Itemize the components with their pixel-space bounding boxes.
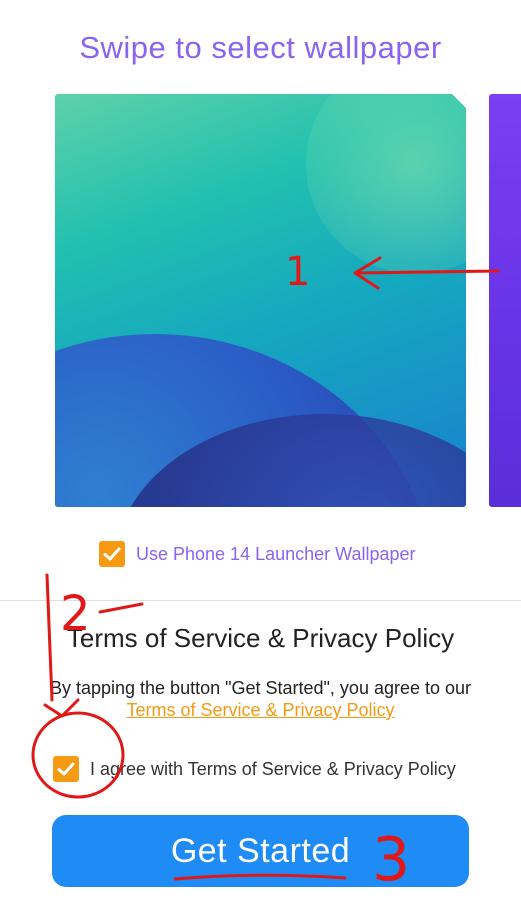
use-wallpaper-option[interactable]: Use Phone 14 Launcher Wallpaper [99, 540, 416, 568]
annotation-mark-2-stroke [98, 602, 144, 614]
checkmark-icon [103, 547, 121, 561]
agree-terms-option[interactable]: I agree with Terms of Service & Privacy … [53, 755, 456, 783]
get-started-button[interactable]: Get Started [52, 815, 469, 887]
divider [0, 600, 521, 601]
wallpaper-preview-next[interactable] [489, 94, 521, 507]
agree-terms-label: I agree with Terms of Service & Privacy … [90, 758, 456, 779]
wallpaper-corner [452, 94, 466, 108]
page: Swipe to select wallpaper Use Phone 14 L… [0, 0, 521, 914]
terms-link[interactable]: Terms of Service & Privacy Policy [0, 700, 521, 721]
page-title: Swipe to select wallpaper [79, 30, 442, 65]
terms-heading: Terms of Service & Privacy Policy [66, 623, 455, 653]
agree-terms-checkbox[interactable] [53, 756, 79, 782]
wallpaper-highlight [306, 94, 466, 274]
wallpaper-preview-current[interactable] [55, 94, 466, 507]
use-wallpaper-label: Use Phone 14 Launcher Wallpaper [136, 543, 416, 564]
checkmark-icon [57, 762, 75, 776]
terms-notice: By tapping the button "Get Started", you… [49, 678, 472, 698]
use-wallpaper-checkbox[interactable] [99, 541, 125, 567]
